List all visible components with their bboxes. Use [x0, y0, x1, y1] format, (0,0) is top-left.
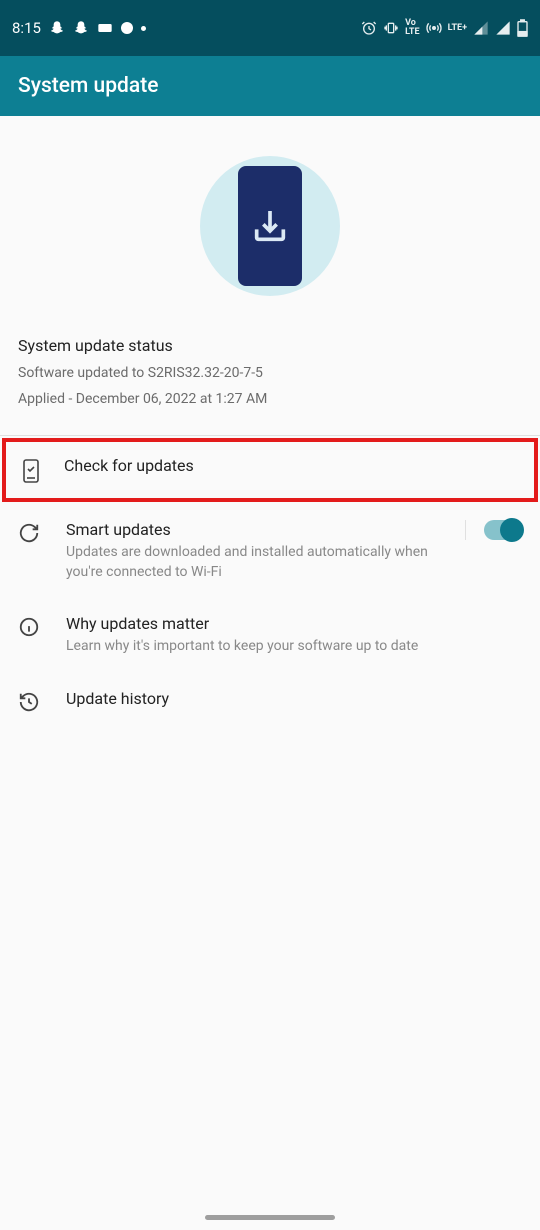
signal-icon [473, 20, 489, 36]
status-bar: 8:15 VoLTE LTE+ [0, 0, 540, 56]
refresh-icon [18, 522, 40, 544]
vibrate-icon [383, 20, 399, 36]
why-updates-item[interactable]: Why updates matter Learn why it's import… [0, 598, 540, 673]
signal-icon [495, 20, 511, 36]
alarm-icon [361, 20, 377, 36]
notification-icon [97, 21, 113, 35]
update-history-label: Update history [66, 689, 522, 708]
why-updates-label: Why updates matter [66, 614, 522, 633]
more-notifications-icon [141, 26, 146, 31]
phone-icon [238, 166, 302, 286]
why-updates-sub: Learn why it's important to keep your so… [66, 637, 522, 657]
page-title: System update [18, 74, 158, 98]
smart-updates-item[interactable]: Smart updates Updates are downloaded and… [0, 504, 540, 598]
gesture-bar[interactable] [205, 1215, 335, 1220]
snapchat-icon [49, 20, 65, 36]
check-updates-label: Check for updates [64, 456, 520, 475]
snapchat-icon [73, 20, 89, 36]
app-bar: System update [0, 56, 540, 116]
info-icon [18, 616, 40, 638]
hotspot-icon [426, 20, 442, 36]
hero-circle [200, 156, 340, 296]
smart-updates-sub: Updates are downloaded and installed aut… [66, 543, 431, 582]
check-for-updates-item[interactable]: Check for updates [2, 438, 538, 502]
battery-icon [517, 19, 528, 37]
applied-date-text: Applied - December 06, 2022 at 1:27 AM [18, 391, 522, 407]
status-heading: System update status [18, 336, 522, 355]
update-status-section: System update status Software updated to… [0, 326, 540, 436]
volte-icon: VoLTE [405, 19, 420, 37]
history-icon [18, 691, 40, 713]
hero-section [0, 116, 540, 326]
phone-check-icon [22, 458, 40, 484]
smart-updates-toggle[interactable] [484, 520, 522, 540]
smart-updates-label: Smart updates [66, 520, 431, 539]
notification-dot-icon [121, 22, 133, 34]
clock-text: 8:15 [12, 19, 41, 37]
software-version-text: Software updated to S2RIS32.32-20-7-5 [18, 365, 522, 381]
update-history-item[interactable]: Update history [0, 673, 540, 729]
network-type-text: LTE+ [448, 24, 467, 33]
